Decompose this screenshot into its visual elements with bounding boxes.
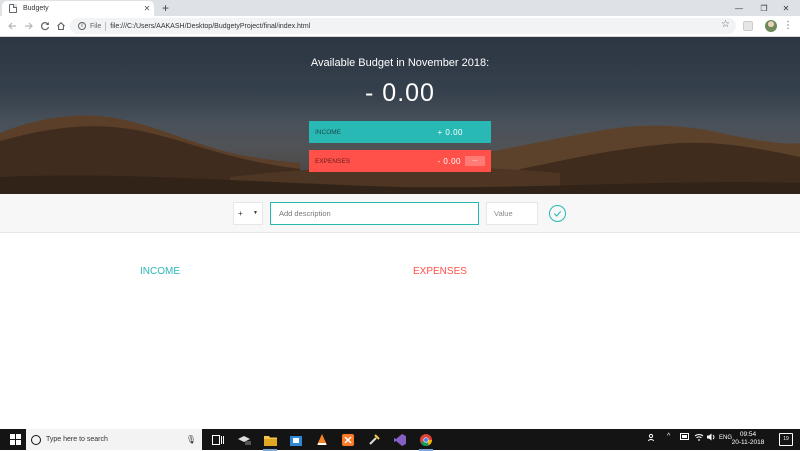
store-icon[interactable]: [288, 432, 304, 448]
value-input[interactable]: [486, 202, 538, 225]
tab-close-icon[interactable]: ✕: [140, 4, 154, 13]
expenses-list-title: Expenses: [413, 266, 467, 277]
page-icon: [9, 4, 17, 13]
action-center-icon[interactable]: 19: [779, 433, 793, 446]
expenses-percentage-badge: ---: [465, 156, 485, 166]
type-select[interactable]: + ▼: [233, 202, 263, 225]
income-list-title: Income: [140, 266, 180, 277]
chevron-up-icon[interactable]: ^: [667, 433, 670, 440]
menu-dots-icon[interactable]: ⋮: [783, 19, 793, 33]
expenses-summary-value: - 0.00: [437, 156, 461, 166]
taskbar-search-placeholder: Type here to search: [46, 436, 108, 443]
budget-value: - 0.00: [365, 79, 435, 107]
tab-strip: Budgety ✕ + — ❐ ✕: [0, 0, 800, 16]
forward-arrow-icon[interactable]: [21, 18, 37, 34]
taskbar-search[interactable]: Type here to search 🎙: [26, 429, 202, 450]
budget-title: Available Budget in November 2018:: [310, 57, 490, 69]
window-close-button[interactable]: ✕: [772, 0, 800, 16]
income-summary-value: + 0.00: [437, 127, 463, 137]
cortana-icon: [31, 434, 41, 445]
file-chip: File: [90, 22, 102, 30]
clock-date: 20-11-2018: [731, 439, 765, 446]
add-item-bar: + ▼: [0, 194, 800, 233]
xampp-icon[interactable]: [340, 432, 356, 448]
type-select-value: +: [238, 209, 243, 218]
people-icon[interactable]: [648, 433, 657, 444]
back-arrow-icon[interactable]: [4, 18, 20, 34]
budgety-page: Available Budget in November 2018: - 0.0…: [0, 37, 800, 429]
browser-toolbar: i File file:///C:/Users/AAKASH/Desktop/B…: [0, 16, 800, 37]
wifi-icon[interactable]: [694, 433, 704, 443]
checkmark-icon: [553, 210, 562, 217]
windows-taskbar: Type here to search 🎙 ^ ENG 09:54 20-11-…: [0, 429, 800, 451]
url-text[interactable]: file:///C:/Users/AAKASH/Desktop/BudgetyP…: [110, 23, 310, 30]
extension-icon[interactable]: [743, 21, 753, 31]
taskbar-clock[interactable]: 09:54 20-11-2018: [728, 431, 768, 447]
chrome-icon[interactable]: [418, 432, 434, 451]
bookmark-star-icon[interactable]: ☆: [721, 19, 730, 30]
info-icon[interactable]: i: [78, 22, 86, 30]
volume-icon[interactable]: [707, 433, 716, 443]
minimize-button[interactable]: —: [725, 0, 753, 16]
file-explorer-icon[interactable]: [262, 432, 278, 451]
microphone-icon[interactable]: 🎙: [186, 435, 196, 444]
profile-avatar[interactable]: [765, 20, 777, 32]
hat-app-icon[interactable]: [236, 432, 252, 448]
clock-time: 09:54: [739, 431, 757, 438]
address-divider: [105, 21, 107, 31]
new-tab-button[interactable]: +: [162, 1, 169, 15]
vlc-icon[interactable]: [314, 432, 330, 448]
reload-icon[interactable]: [37, 18, 53, 34]
address-bar[interactable]: i File file:///C:/Users/AAKASH/Desktop/B…: [70, 18, 736, 34]
tools-icon[interactable]: [366, 432, 382, 448]
tab-budgety[interactable]: Budgety ✕: [2, 1, 154, 16]
windows-start-icon[interactable]: [10, 434, 21, 445]
home-icon[interactable]: [53, 18, 69, 34]
chevron-down-icon: ▼: [253, 210, 258, 216]
income-summary-label: Income: [315, 128, 341, 136]
tab-title: Budgety: [23, 5, 49, 12]
description-input[interactable]: [270, 202, 479, 225]
visual-studio-icon[interactable]: [392, 432, 408, 448]
budget-hero: Available Budget in November 2018: - 0.0…: [0, 37, 800, 194]
task-view-icon[interactable]: [210, 432, 226, 448]
battery-icon[interactable]: [680, 433, 690, 442]
add-button[interactable]: [549, 205, 566, 222]
income-summary: Income + 0.00: [309, 121, 491, 143]
expenses-summary: Expenses - 0.00 ---: [309, 150, 491, 172]
expenses-summary-label: Expenses: [315, 157, 351, 165]
